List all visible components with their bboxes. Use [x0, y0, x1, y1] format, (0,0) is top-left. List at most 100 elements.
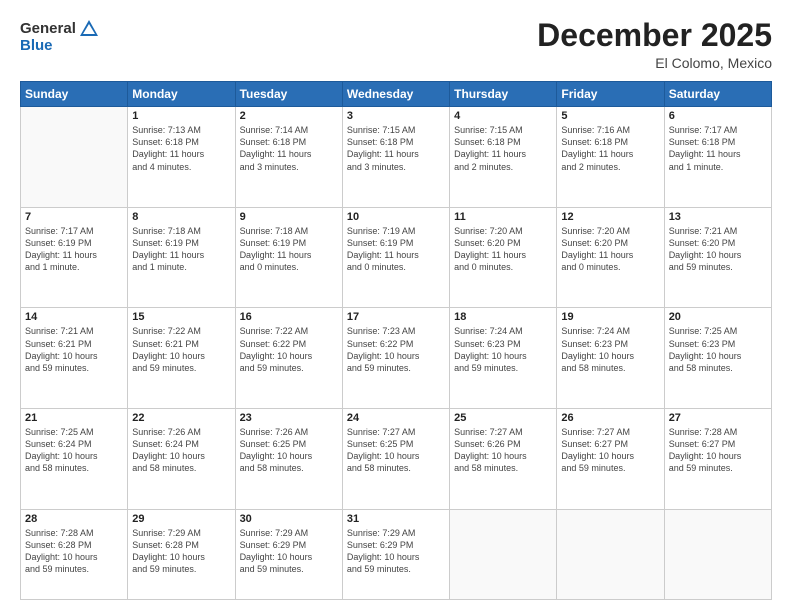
day-number: 23 — [240, 412, 338, 424]
day-info: Sunrise: 7:22 AM Sunset: 6:21 PM Dayligh… — [132, 325, 230, 374]
calendar-day-cell: 3 Sunrise: 7:15 AM Sunset: 6:18 PM Daylig… — [342, 107, 449, 208]
day-info: Sunrise: 7:25 AM Sunset: 6:23 PM Dayligh… — [669, 325, 767, 374]
calendar-day-cell: 15 Sunrise: 7:22 AM Sunset: 6:21 PM Dayli… — [128, 308, 235, 409]
day-info: Sunrise: 7:27 AM Sunset: 6:25 PM Dayligh… — [347, 426, 445, 475]
day-info: Sunrise: 7:27 AM Sunset: 6:27 PM Dayligh… — [561, 426, 659, 475]
weekday-header: Saturday — [664, 82, 771, 107]
day-info: Sunrise: 7:26 AM Sunset: 6:25 PM Dayligh… — [240, 426, 338, 475]
day-info: Sunrise: 7:27 AM Sunset: 6:26 PM Dayligh… — [454, 426, 552, 475]
day-number: 3 — [347, 110, 445, 122]
day-number: 24 — [347, 412, 445, 424]
day-info: Sunrise: 7:23 AM Sunset: 6:22 PM Dayligh… — [347, 325, 445, 374]
calendar-day-cell — [450, 509, 557, 599]
calendar-week-row: 7Sunrise: 7:17 AM Sunset: 6:19 PM Daylig… — [21, 207, 772, 308]
page: General Blue December 2025 El Colomo, Me… — [0, 0, 792, 612]
day-number: 5 — [561, 110, 659, 122]
calendar-day-cell: 18 Sunrise: 7:24 AM Sunset: 6:23 PM Dayli… — [450, 308, 557, 409]
day-number: 25 — [454, 412, 552, 424]
calendar-week-row: 14Sunrise: 7:21 AM Sunset: 6:21 PM Dayli… — [21, 308, 772, 409]
subtitle: El Colomo, Mexico — [537, 55, 772, 71]
day-number: 8 — [132, 211, 230, 223]
day-number: 30 — [240, 513, 338, 525]
day-number: 12 — [561, 211, 659, 223]
weekday-header: Tuesday — [235, 82, 342, 107]
day-info: Sunrise: 7:18 AM Sunset: 6:19 PM Dayligh… — [240, 225, 338, 274]
day-info: Sunrise: 7:15 AM Sunset: 6:18 PM Dayligh… — [347, 124, 445, 173]
day-info: Sunrise: 7:21 AM Sunset: 6:20 PM Dayligh… — [669, 225, 767, 274]
day-info: Sunrise: 7:28 AM Sunset: 6:28 PM Dayligh… — [25, 527, 123, 576]
day-info: Sunrise: 7:20 AM Sunset: 6:20 PM Dayligh… — [561, 225, 659, 274]
weekday-header: Wednesday — [342, 82, 449, 107]
day-number: 4 — [454, 110, 552, 122]
calendar-table: SundayMondayTuesdayWednesdayThursdayFrid… — [20, 81, 772, 600]
calendar-day-cell: 13 Sunrise: 7:21 AM Sunset: 6:20 PM Dayli… — [664, 207, 771, 308]
calendar-day-cell: 2Sunrise: 7:14 AM Sunset: 6:18 PM Daylig… — [235, 107, 342, 208]
day-number: 13 — [669, 211, 767, 223]
calendar-week-row: 1 Sunrise: 7:13 AM Sunset: 6:18 PM Daylig… — [21, 107, 772, 208]
day-number: 21 — [25, 412, 123, 424]
calendar-day-cell: 16Sunrise: 7:22 AM Sunset: 6:22 PM Dayli… — [235, 308, 342, 409]
title-block: December 2025 El Colomo, Mexico — [537, 18, 772, 71]
calendar-day-cell: 19Sunrise: 7:24 AM Sunset: 6:23 PM Dayli… — [557, 308, 664, 409]
day-info: Sunrise: 7:19 AM Sunset: 6:19 PM Dayligh… — [347, 225, 445, 274]
calendar-day-cell: 27 Sunrise: 7:28 AM Sunset: 6:27 PM Dayli… — [664, 409, 771, 510]
calendar-day-cell: 30Sunrise: 7:29 AM Sunset: 6:29 PM Dayli… — [235, 509, 342, 599]
weekday-header: Thursday — [450, 82, 557, 107]
main-title: December 2025 — [537, 18, 772, 53]
calendar-day-cell: 17Sunrise: 7:23 AM Sunset: 6:22 PM Dayli… — [342, 308, 449, 409]
weekday-header: Sunday — [21, 82, 128, 107]
header: General Blue December 2025 El Colomo, Me… — [20, 18, 772, 71]
weekday-header: Monday — [128, 82, 235, 107]
day-number: 10 — [347, 211, 445, 223]
day-number: 18 — [454, 311, 552, 323]
day-number: 19 — [561, 311, 659, 323]
calendar-day-cell: 14Sunrise: 7:21 AM Sunset: 6:21 PM Dayli… — [21, 308, 128, 409]
day-info: Sunrise: 7:24 AM Sunset: 6:23 PM Dayligh… — [454, 325, 552, 374]
day-info: Sunrise: 7:25 AM Sunset: 6:24 PM Dayligh… — [25, 426, 123, 475]
calendar-day-cell: 31 Sunrise: 7:29 AM Sunset: 6:29 PM Dayli… — [342, 509, 449, 599]
day-info: Sunrise: 7:16 AM Sunset: 6:18 PM Dayligh… — [561, 124, 659, 173]
calendar-day-cell: 23 Sunrise: 7:26 AM Sunset: 6:25 PM Dayli… — [235, 409, 342, 510]
day-number: 11 — [454, 211, 552, 223]
day-number: 1 — [132, 110, 230, 122]
calendar-day-cell: 7Sunrise: 7:17 AM Sunset: 6:19 PM Daylig… — [21, 207, 128, 308]
calendar-day-cell: 6Sunrise: 7:17 AM Sunset: 6:18 PM Daylig… — [664, 107, 771, 208]
day-info: Sunrise: 7:29 AM Sunset: 6:29 PM Dayligh… — [347, 527, 445, 576]
calendar-day-cell: 26 Sunrise: 7:27 AM Sunset: 6:27 PM Dayli… — [557, 409, 664, 510]
day-info: Sunrise: 7:15 AM Sunset: 6:18 PM Dayligh… — [454, 124, 552, 173]
day-number: 27 — [669, 412, 767, 424]
day-info: Sunrise: 7:20 AM Sunset: 6:20 PM Dayligh… — [454, 225, 552, 274]
day-number: 28 — [25, 513, 123, 525]
calendar-header-row: SundayMondayTuesdayWednesdayThursdayFrid… — [21, 82, 772, 107]
day-number: 15 — [132, 311, 230, 323]
day-number: 22 — [132, 412, 230, 424]
calendar-day-cell: 11 Sunrise: 7:20 AM Sunset: 6:20 PM Dayli… — [450, 207, 557, 308]
calendar-day-cell: 12 Sunrise: 7:20 AM Sunset: 6:20 PM Dayli… — [557, 207, 664, 308]
day-info: Sunrise: 7:17 AM Sunset: 6:19 PM Dayligh… — [25, 225, 123, 274]
day-number: 9 — [240, 211, 338, 223]
day-number: 31 — [347, 513, 445, 525]
day-info: Sunrise: 7:13 AM Sunset: 6:18 PM Dayligh… — [132, 124, 230, 173]
calendar-day-cell: 1 Sunrise: 7:13 AM Sunset: 6:18 PM Daylig… — [128, 107, 235, 208]
weekday-header: Friday — [557, 82, 664, 107]
calendar-week-row: 28 Sunrise: 7:28 AM Sunset: 6:28 PM Dayli… — [21, 509, 772, 599]
calendar-day-cell: 22 Sunrise: 7:26 AM Sunset: 6:24 PM Dayli… — [128, 409, 235, 510]
calendar-day-cell — [21, 107, 128, 208]
calendar-day-cell: 20 Sunrise: 7:25 AM Sunset: 6:23 PM Dayli… — [664, 308, 771, 409]
calendar-day-cell: 4 Sunrise: 7:15 AM Sunset: 6:18 PM Daylig… — [450, 107, 557, 208]
day-info: Sunrise: 7:26 AM Sunset: 6:24 PM Dayligh… — [132, 426, 230, 475]
calendar-day-cell — [557, 509, 664, 599]
day-number: 29 — [132, 513, 230, 525]
day-info: Sunrise: 7:21 AM Sunset: 6:21 PM Dayligh… — [25, 325, 123, 374]
logo-blue-text: Blue — [20, 38, 100, 55]
day-info: Sunrise: 7:28 AM Sunset: 6:27 PM Dayligh… — [669, 426, 767, 475]
day-number: 20 — [669, 311, 767, 323]
day-info: Sunrise: 7:17 AM Sunset: 6:18 PM Dayligh… — [669, 124, 767, 173]
day-number: 26 — [561, 412, 659, 424]
calendar-day-cell: 24 Sunrise: 7:27 AM Sunset: 6:25 PM Dayli… — [342, 409, 449, 510]
calendar-day-cell — [664, 509, 771, 599]
calendar-day-cell: 28 Sunrise: 7:28 AM Sunset: 6:28 PM Dayli… — [21, 509, 128, 599]
calendar-day-cell: 5 Sunrise: 7:16 AM Sunset: 6:18 PM Daylig… — [557, 107, 664, 208]
logo-icon — [78, 18, 100, 40]
calendar-day-cell: 21 Sunrise: 7:25 AM Sunset: 6:24 PM Dayli… — [21, 409, 128, 510]
